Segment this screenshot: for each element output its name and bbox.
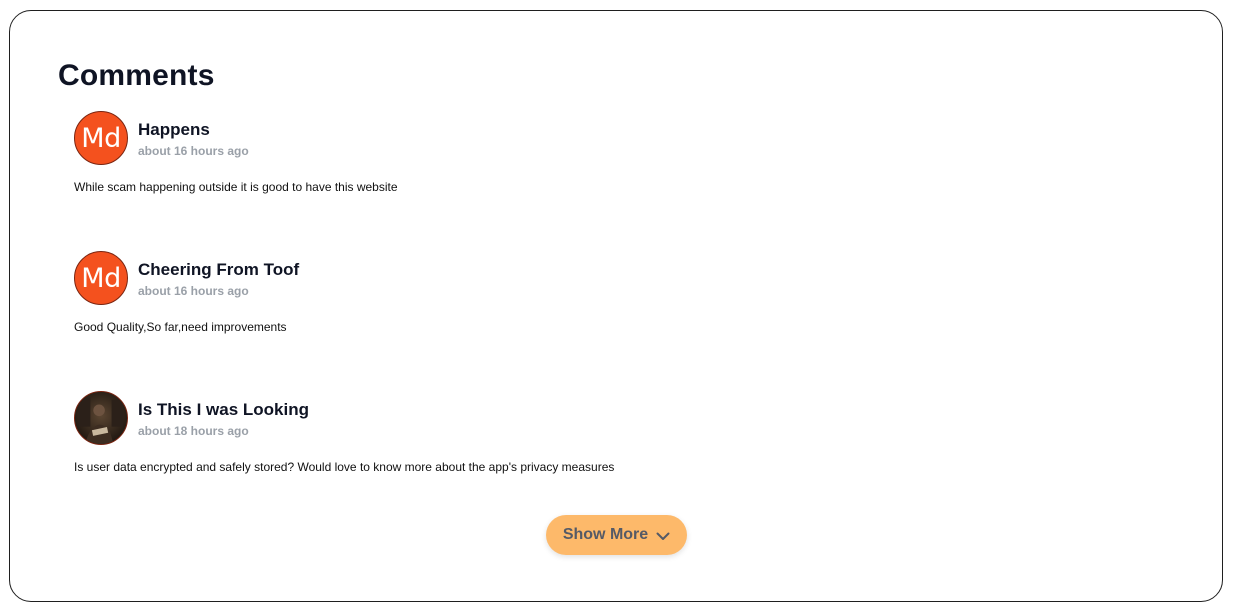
comment-item: Is This I was Looking about 18 hours ago…	[74, 391, 1174, 481]
user-photo	[75, 392, 127, 444]
comment-timestamp: about 16 hours ago	[138, 144, 249, 158]
comment-item: Md Cheering From Toof about 16 hours ago…	[74, 251, 1174, 341]
comments-card: Comments Md Happens about 16 hours ago W…	[9, 10, 1223, 602]
comment-item: Md Happens about 16 hours ago While scam…	[74, 111, 1174, 201]
chevron-down-icon	[656, 529, 670, 544]
show-more-label: Show More	[562, 526, 649, 543]
avatar-initials: Md	[81, 262, 121, 294]
show-more-button[interactable]: Show More	[546, 515, 687, 555]
comment-text: Good Quality,So far,need improvements	[74, 320, 287, 334]
comment-author[interactable]: Happens	[138, 120, 210, 140]
comments-heading: Comments	[58, 59, 215, 92]
comment-author[interactable]: Is This I was Looking	[138, 400, 309, 420]
avatar[interactable]	[74, 391, 128, 445]
comment-text: Is user data encrypted and safely stored…	[74, 460, 615, 474]
comment-text: While scam happening outside it is good …	[74, 180, 398, 194]
avatar-initials: Md	[81, 122, 121, 154]
avatar[interactable]: Md	[74, 251, 128, 305]
comment-timestamp: about 18 hours ago	[138, 424, 249, 438]
comment-timestamp: about 16 hours ago	[138, 284, 249, 298]
avatar[interactable]: Md	[74, 111, 128, 165]
comment-author[interactable]: Cheering From Toof	[138, 260, 299, 280]
